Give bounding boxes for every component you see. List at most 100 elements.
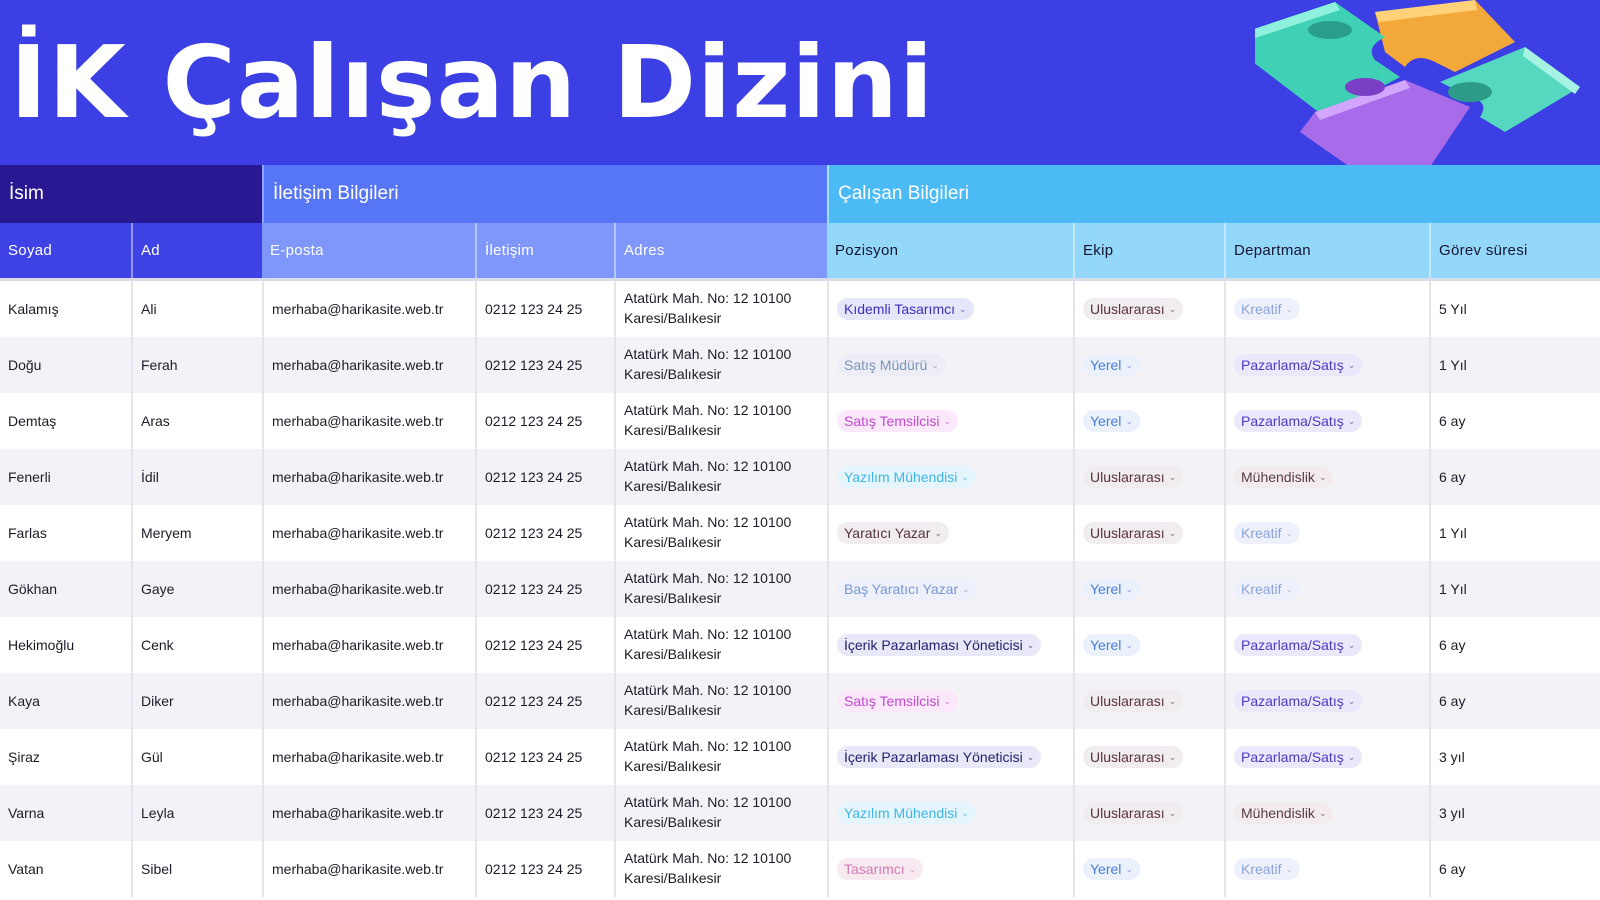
cell-surname[interactable]: Farlas [0,505,131,561]
column-header-address[interactable]: Adres [614,223,827,278]
cell-position-dropdown[interactable]: Tasarımcı ⌄ [837,858,924,880]
cell-email[interactable]: merhaba@harikasite.web.tr [262,841,475,897]
cell-team-dropdown[interactable]: Yerel ⌄ [1083,578,1140,600]
column-header-department[interactable]: Departman [1224,223,1429,278]
cell-department-dropdown[interactable]: Pazarlama/Satış ⌄ [1234,746,1363,768]
cell-phone[interactable]: 0212 123 24 25 [475,449,614,505]
cell-phone[interactable]: 0212 123 24 25 [475,841,614,897]
cell-phone[interactable]: 0212 123 24 25 [475,281,614,337]
cell-phone[interactable]: 0212 123 24 25 [475,337,614,393]
cell-email[interactable]: merhaba@harikasite.web.tr [262,785,475,841]
cell-first-name[interactable]: Gaye [131,561,262,617]
cell-tenure[interactable]: 1 Yıl [1429,561,1600,617]
cell-first-name[interactable]: Ali [131,281,262,337]
cell-address[interactable]: Atatürk Mah. No: 12 10100 Karesi/Balıkesi… [614,729,827,785]
cell-email[interactable]: merhaba@harikasite.web.tr [262,393,475,449]
cell-team-dropdown[interactable]: Uluslararası ⌄ [1083,690,1184,712]
cell-surname[interactable]: Kaya [0,673,131,729]
cell-first-name[interactable]: Cenk [131,617,262,673]
cell-department-dropdown[interactable]: Pazarlama/Satış ⌄ [1234,634,1363,656]
cell-team-dropdown[interactable]: Uluslararası ⌄ [1083,802,1184,824]
cell-address[interactable]: Atatürk Mah. No: 12 10100 Karesi/Balıkesi… [614,561,827,617]
cell-team-dropdown[interactable]: Yerel ⌄ [1083,634,1140,656]
cell-department-dropdown[interactable]: Kreatif ⌄ [1234,522,1301,544]
cell-team-dropdown[interactable]: Uluslararası ⌄ [1083,522,1184,544]
cell-department-dropdown[interactable]: Pazarlama/Satış ⌄ [1234,410,1363,432]
cell-position-dropdown[interactable]: Yazılım Mühendisi ⌄ [837,802,976,824]
cell-address[interactable]: Atatürk Mah. No: 12 10100 Karesi/Balıkesi… [614,841,827,897]
cell-surname[interactable]: Kalamış [0,281,131,337]
cell-phone[interactable]: 0212 123 24 25 [475,561,614,617]
cell-tenure[interactable]: 3 yıl [1429,785,1600,841]
cell-position-dropdown[interactable]: Baş Yaratıcı Yazar ⌄ [837,578,977,600]
cell-department-dropdown[interactable]: Pazarlama/Satış ⌄ [1234,690,1363,712]
cell-surname[interactable]: Fenerli [0,449,131,505]
cell-first-name[interactable]: Diker [131,673,262,729]
cell-first-name[interactable]: Meryem [131,505,262,561]
column-header-surname[interactable]: Soyad [0,223,131,278]
cell-phone[interactable]: 0212 123 24 25 [475,785,614,841]
cell-tenure[interactable]: 1 Yıl [1429,337,1600,393]
cell-email[interactable]: merhaba@harikasite.web.tr [262,281,475,337]
cell-phone[interactable]: 0212 123 24 25 [475,505,614,561]
column-header-team[interactable]: Ekip [1073,223,1224,278]
cell-address[interactable]: Atatürk Mah. No: 12 10100 Karesi/Balıkesi… [614,337,827,393]
cell-position-dropdown[interactable]: Yazılım Mühendisi ⌄ [837,466,976,488]
cell-surname[interactable]: Varna [0,785,131,841]
cell-email[interactable]: merhaba@harikasite.web.tr [262,449,475,505]
cell-first-name[interactable]: Ferah [131,337,262,393]
cell-surname[interactable]: Vatan [0,841,131,897]
cell-surname[interactable]: Doğu [0,337,131,393]
cell-tenure[interactable]: 6 ay [1429,393,1600,449]
cell-tenure[interactable]: 1 Yıl [1429,505,1600,561]
cell-team-dropdown[interactable]: Yerel ⌄ [1083,858,1140,880]
cell-team-dropdown[interactable]: Yerel ⌄ [1083,410,1140,432]
cell-team-dropdown[interactable]: Yerel ⌄ [1083,354,1140,376]
cell-phone[interactable]: 0212 123 24 25 [475,673,614,729]
cell-department-dropdown[interactable]: Mühendislik ⌄ [1234,466,1334,488]
cell-address[interactable]: Atatürk Mah. No: 12 10100 Karesi/Balıkesi… [614,393,827,449]
cell-tenure[interactable]: 6 ay [1429,673,1600,729]
cell-phone[interactable]: 0212 123 24 25 [475,729,614,785]
cell-team-dropdown[interactable]: Uluslararası ⌄ [1083,746,1184,768]
cell-department-dropdown[interactable]: Mühendislik ⌄ [1234,802,1334,824]
cell-tenure[interactable]: 3 yıl [1429,729,1600,785]
cell-address[interactable]: Atatürk Mah. No: 12 10100 Karesi/Balıkesi… [614,673,827,729]
cell-surname[interactable]: Gökhan [0,561,131,617]
cell-email[interactable]: merhaba@harikasite.web.tr [262,337,475,393]
cell-address[interactable]: Atatürk Mah. No: 12 10100 Karesi/Balıkesi… [614,505,827,561]
cell-first-name[interactable]: Gül [131,729,262,785]
cell-tenure[interactable]: 6 ay [1429,841,1600,897]
cell-first-name[interactable]: İdil [131,449,262,505]
cell-surname[interactable]: Şiraz [0,729,131,785]
cell-team-dropdown[interactable]: Uluslararası ⌄ [1083,298,1184,320]
cell-first-name[interactable]: Aras [131,393,262,449]
cell-tenure[interactable]: 6 ay [1429,617,1600,673]
cell-department-dropdown[interactable]: Kreatif ⌄ [1234,858,1301,880]
cell-address[interactable]: Atatürk Mah. No: 12 10100 Karesi/Balıkesi… [614,449,827,505]
cell-department-dropdown[interactable]: Kreatif ⌄ [1234,578,1301,600]
cell-phone[interactable]: 0212 123 24 25 [475,393,614,449]
cell-address[interactable]: Atatürk Mah. No: 12 10100 Karesi/Balıkesi… [614,281,827,337]
cell-position-dropdown[interactable]: Kıdemli Tasarımcı ⌄ [837,298,974,320]
column-header-first-name[interactable]: Ad [131,223,262,278]
cell-first-name[interactable]: Sibel [131,841,262,897]
cell-position-dropdown[interactable]: Satış Müdürü ⌄ [837,354,946,376]
cell-position-dropdown[interactable]: Satış Temsilcisi ⌄ [837,410,958,432]
cell-position-dropdown[interactable]: İçerik Pazarlaması Yöneticisi ⌄ [837,634,1042,656]
cell-team-dropdown[interactable]: Uluslararası ⌄ [1083,466,1184,488]
cell-department-dropdown[interactable]: Pazarlama/Satış ⌄ [1234,354,1363,376]
column-header-position[interactable]: Pozisyon [827,223,1073,278]
cell-tenure[interactable]: 5 Yıl [1429,281,1600,337]
cell-address[interactable]: Atatürk Mah. No: 12 10100 Karesi/Balıkesi… [614,617,827,673]
column-header-email[interactable]: E-posta [262,223,475,278]
cell-email[interactable]: merhaba@harikasite.web.tr [262,505,475,561]
column-header-phone[interactable]: İletişim [475,223,614,278]
cell-surname[interactable]: Hekimoğlu [0,617,131,673]
cell-tenure[interactable]: 6 ay [1429,449,1600,505]
cell-email[interactable]: merhaba@harikasite.web.tr [262,729,475,785]
cell-surname[interactable]: Demtaş [0,393,131,449]
cell-phone[interactable]: 0212 123 24 25 [475,617,614,673]
cell-position-dropdown[interactable]: İçerik Pazarlaması Yöneticisi ⌄ [837,746,1042,768]
column-header-tenure[interactable]: Görev süresi [1429,223,1600,278]
